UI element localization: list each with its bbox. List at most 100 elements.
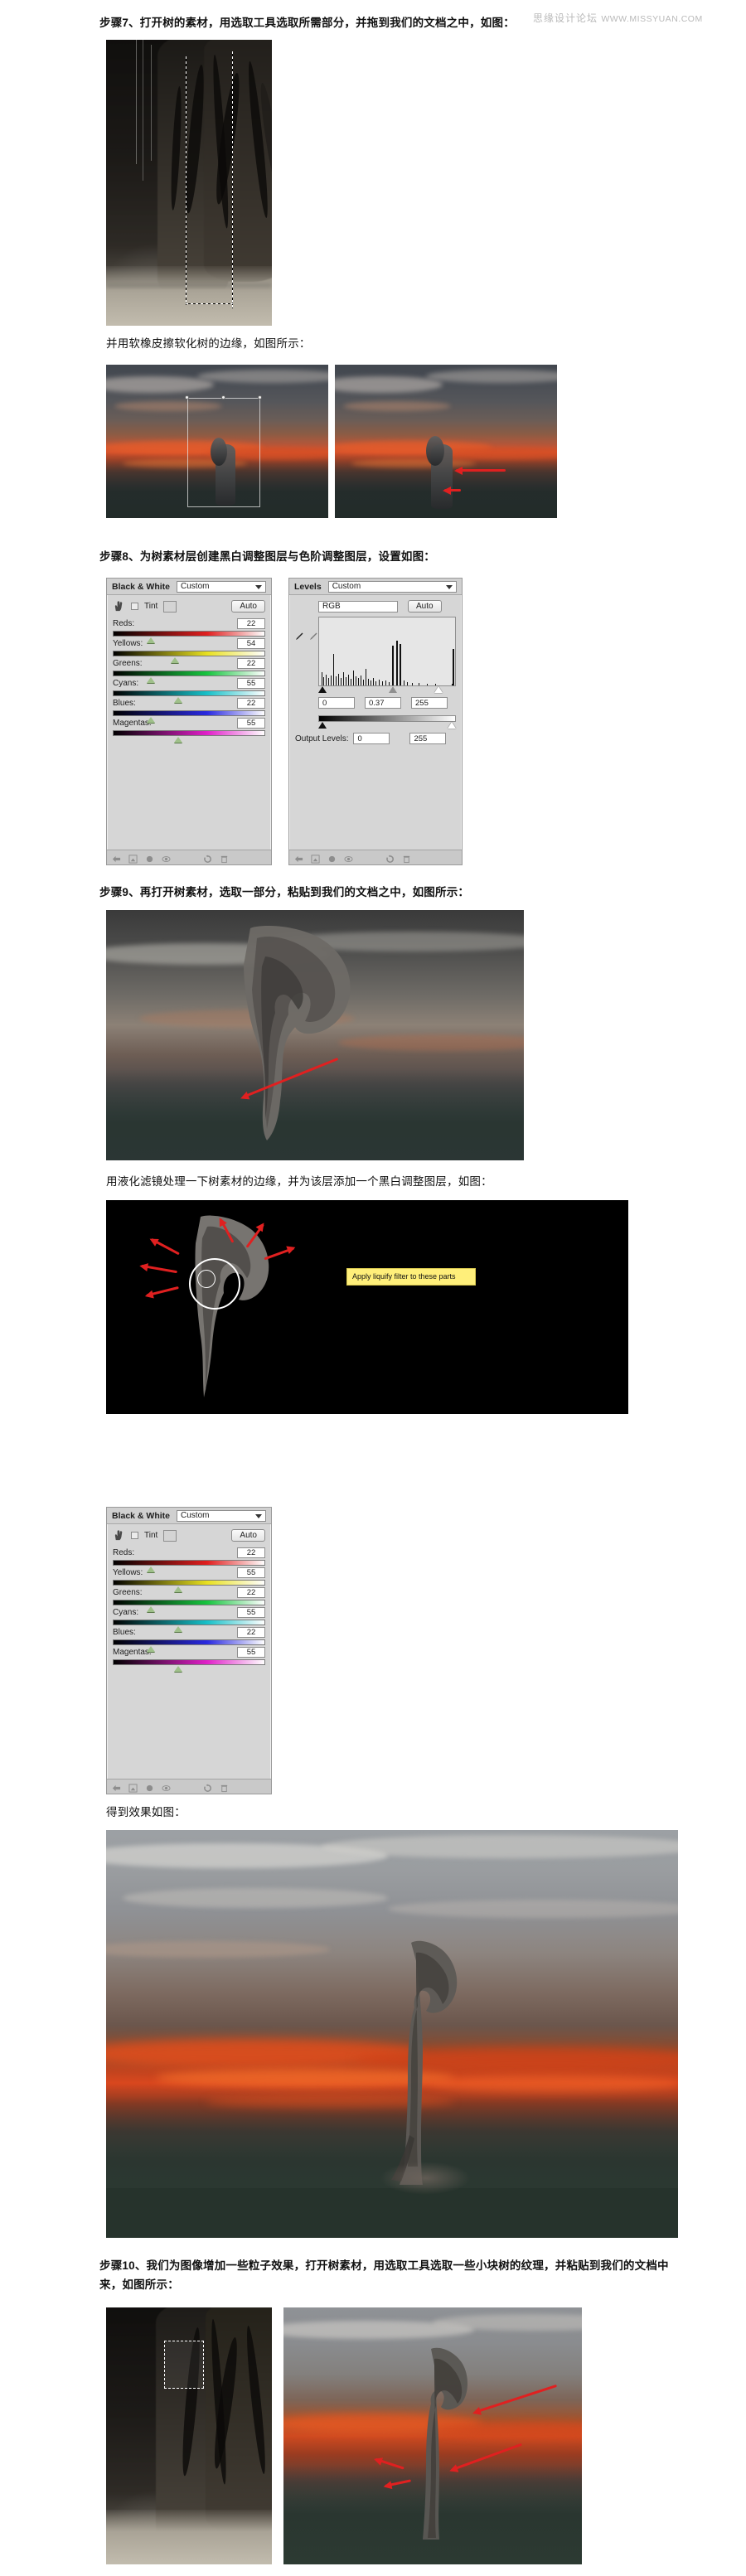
slider-magentas[interactable]: Magentas: 55 [113, 1646, 265, 1672]
delete-trash-icon[interactable] [220, 1782, 229, 1793]
slider-cyans-value[interactable]: 55 [237, 677, 265, 689]
eye-visibility-icon[interactable] [162, 1782, 171, 1791]
bw2-preset-select[interactable]: Custom [177, 1509, 266, 1522]
levels-histogram [318, 617, 456, 686]
mask-icon[interactable] [369, 853, 378, 864]
reset-icon[interactable] [385, 853, 395, 863]
delete-trash-icon[interactable] [220, 853, 229, 864]
eye-visibility-icon[interactable] [162, 853, 171, 862]
slider-greens-value[interactable]: 22 [237, 1586, 265, 1598]
slider-reds-value[interactable]: 22 [237, 1547, 265, 1558]
slider-reds-thumb[interactable] [147, 1566, 156, 1572]
bw2-auto-button[interactable]: Auto [231, 1529, 265, 1542]
clip-to-layer-icon[interactable] [128, 853, 138, 864]
slider-yellows[interactable]: Yellows: 54 [113, 637, 265, 663]
bw-auto-button[interactable]: Auto [231, 600, 265, 613]
levels-preset-select[interactable]: Custom [327, 580, 457, 593]
eye-visibility-icon[interactable] [344, 853, 353, 862]
slider-reds[interactable]: Reds: 22 [113, 617, 265, 643]
slider-yellows-thumb[interactable] [173, 1586, 182, 1592]
mask-icon[interactable] [186, 853, 196, 864]
clip-to-layer-icon[interactable] [311, 853, 320, 864]
levels-input-white-handle[interactable] [434, 686, 443, 693]
slider-yellows-value[interactable]: 55 [237, 1566, 265, 1578]
slider-cyans[interactable]: Cyans: 55 [113, 677, 265, 703]
slider-blues[interactable]: Blues: 22 [113, 697, 265, 723]
return-arrow-icon[interactable] [112, 1782, 121, 1792]
levels-channel-select[interactable]: RGB [318, 600, 398, 613]
levels-output-white-field[interactable]: 255 [409, 733, 447, 744]
clip-to-layer-icon[interactable] [128, 1782, 138, 1793]
slider-yellows-value[interactable]: 54 [237, 637, 265, 649]
bw-preset-select[interactable]: Custom [177, 580, 266, 593]
preview-toggle-icon[interactable] [145, 853, 154, 863]
black-and-white-panel-1[interactable]: Black & White Custom Tint Auto Reds: 22 [106, 578, 272, 865]
targeted-adjustment-hand-icon[interactable] [113, 1529, 125, 1542]
preview-toggle-icon[interactable] [145, 1782, 154, 1792]
slider-greens-thumb[interactable] [147, 677, 156, 683]
reset-icon[interactable] [203, 1782, 212, 1792]
black-and-white-panel-2[interactable]: Black & White Custom Tint Auto Reds: 22 [106, 1507, 272, 1794]
return-arrow-icon[interactable] [294, 853, 303, 863]
reset-icon[interactable] [203, 853, 212, 863]
levels-output-black-field[interactable]: 0 [353, 733, 390, 744]
eyedropper-gray-icon[interactable] [308, 632, 318, 646]
bw-panel-header: Black & White Custom [107, 579, 271, 595]
slider-blues-value[interactable]: 22 [237, 1626, 265, 1638]
slider-blues-thumb[interactable] [147, 717, 156, 723]
tint-checkbox[interactable] [131, 603, 138, 610]
slider-yellows-thumb[interactable] [171, 657, 180, 663]
chevron-down-icon [255, 584, 262, 589]
tint-color-swatch[interactable] [163, 600, 177, 613]
slider-greens[interactable]: Greens: 22 [113, 1586, 265, 1612]
levels-auto-button[interactable]: Auto [408, 600, 442, 613]
slider-greens-thumb[interactable] [147, 1606, 156, 1612]
levels-input-black-field[interactable]: 0 [318, 697, 355, 709]
slider-reds[interactable]: Reds: 22 [113, 1547, 265, 1572]
slider-magentas-thumb[interactable] [173, 1666, 182, 1672]
tint-checkbox[interactable] [131, 1532, 138, 1539]
brush-cursor-circle [197, 1270, 216, 1288]
levels-input-black-handle[interactable] [318, 686, 327, 693]
levels-input-white-field[interactable]: 255 [411, 697, 448, 709]
tutorial-page: 思缘设计论坛 WWW.MISSYUAN.COM 步骤7、打开树的素材，用选取工具… [0, 0, 746, 2576]
branch-shape-dark [195, 1215, 269, 1397]
slider-blues-thumb[interactable] [147, 1646, 156, 1652]
selection-marquee-right [232, 51, 233, 308]
tree-branch-on-sky [106, 910, 524, 1160]
return-arrow-icon[interactable] [112, 853, 121, 863]
slider-magentas-thumb[interactable] [173, 737, 182, 743]
slider-magentas-value[interactable]: 55 [237, 717, 265, 729]
transform-handle-tm[interactable] [221, 395, 225, 399]
delete-trash-icon[interactable] [402, 853, 411, 864]
slider-cyans[interactable]: Cyans: 55 [113, 1606, 265, 1632]
slider-reds-thumb[interactable] [147, 637, 156, 643]
slider-blues-value[interactable]: 22 [237, 697, 265, 709]
levels-output-black-handle[interactable] [318, 722, 327, 729]
slider-cyans-value[interactable]: 55 [237, 1606, 265, 1618]
targeted-adjustment-hand-icon[interactable] [113, 600, 125, 613]
preview-toggle-icon[interactable] [327, 853, 337, 863]
mask-icon[interactable] [186, 1782, 196, 1793]
transform-handle-tr[interactable] [258, 395, 262, 399]
slider-yellows[interactable]: Yellows: 55 [113, 1566, 265, 1592]
slider-greens-value[interactable]: 22 [237, 657, 265, 669]
eyedropper-black-icon[interactable] [293, 632, 304, 646]
levels-input-gamma-handle[interactable] [389, 686, 397, 693]
levels-output-white-handle[interactable] [448, 722, 456, 729]
levels-input-gamma-field[interactable]: 0.37 [365, 697, 401, 709]
transform-bounding-box[interactable] [187, 398, 260, 507]
slider-cyans-thumb[interactable] [173, 697, 182, 703]
slider-cyans-thumb[interactable] [173, 1626, 182, 1632]
slider-magentas[interactable]: Magentas: 55 [113, 717, 265, 743]
slider-reds-value[interactable]: 22 [237, 617, 265, 629]
tint-color-swatch[interactable] [163, 1529, 177, 1542]
levels-panel[interactable]: Levels Custom RGB Auto 0 0.37 255 Output… [288, 578, 463, 865]
texture-selection-marquee[interactable] [164, 2341, 204, 2389]
slider-blues[interactable]: Blues: 22 [113, 1626, 265, 1652]
transform-handle-tl[interactable] [185, 395, 189, 399]
slider-reds-label: Reds: [113, 1547, 135, 1557]
slider-magentas-value[interactable]: 55 [237, 1646, 265, 1658]
slider-greens[interactable]: Greens: 22 [113, 657, 265, 683]
annotation-arrow-1 [454, 467, 511, 475]
